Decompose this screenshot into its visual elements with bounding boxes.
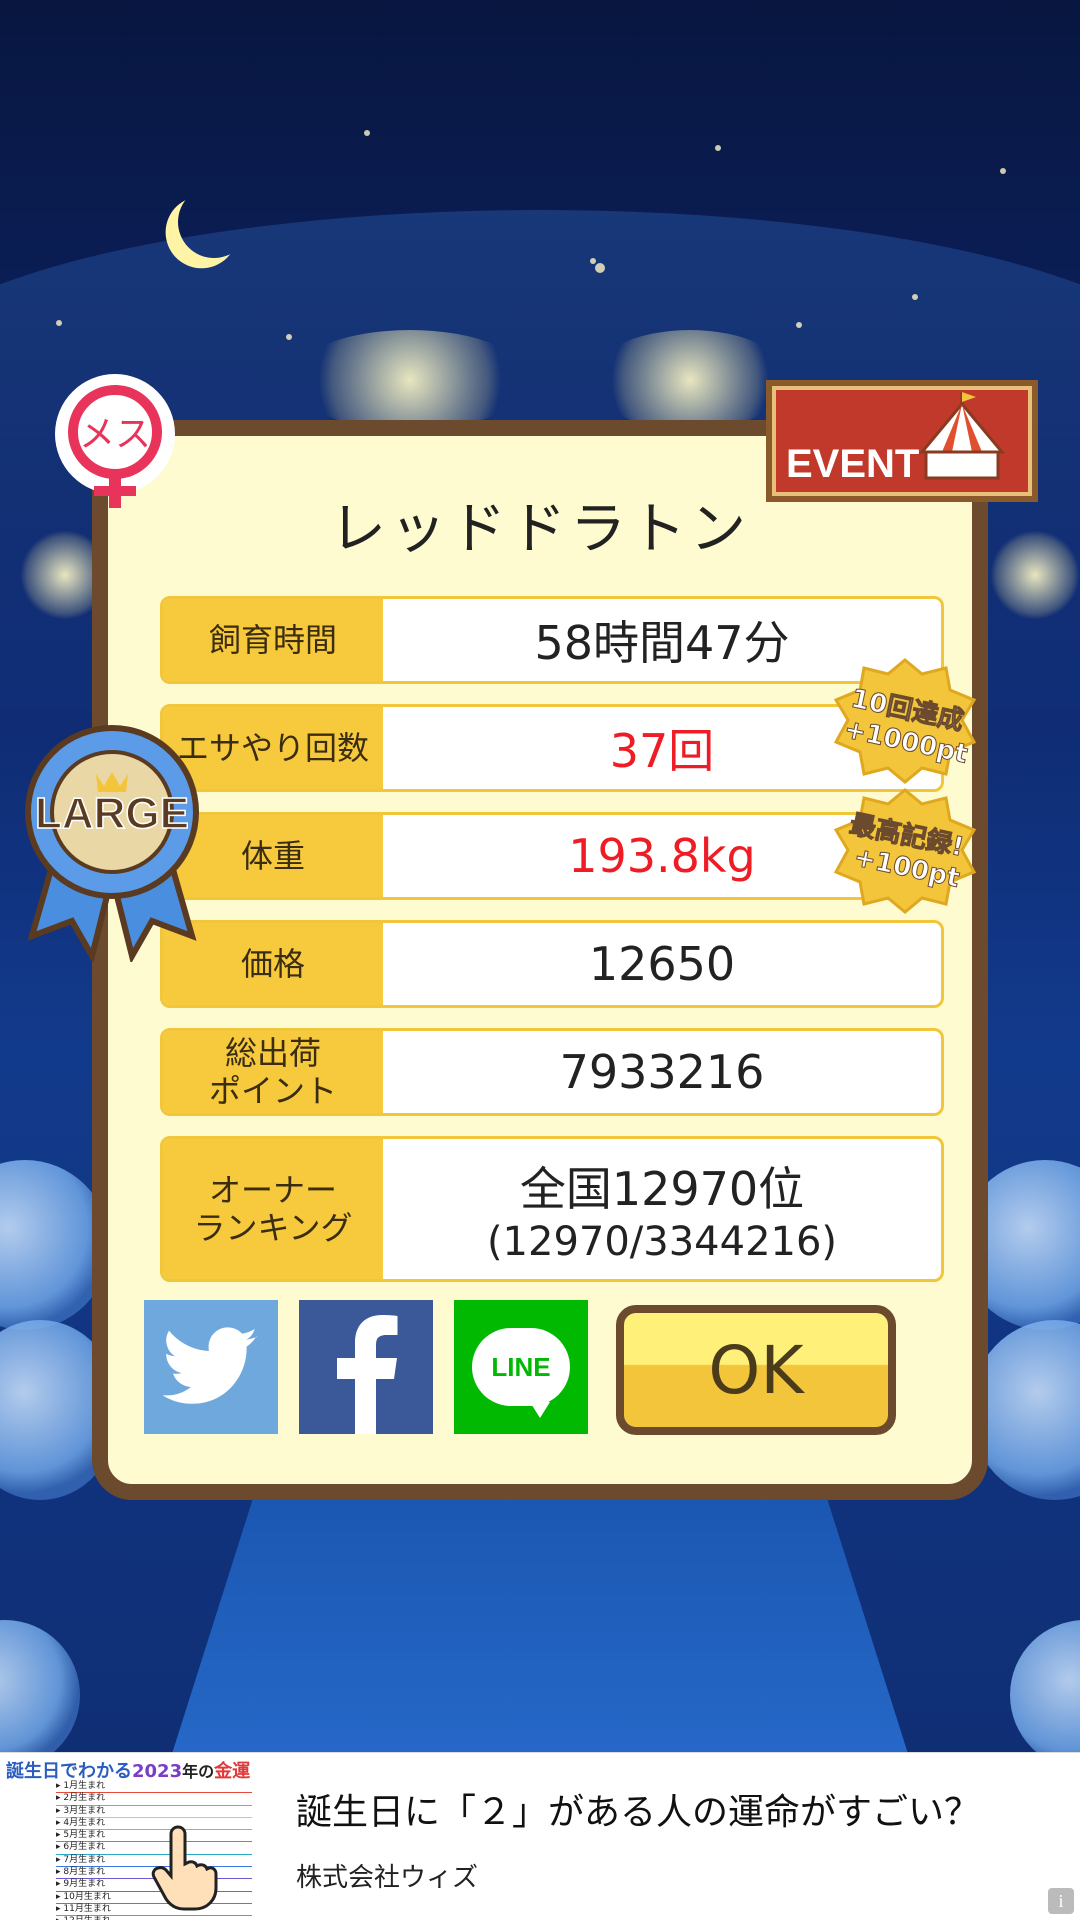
- stat-label: 総出荷 ポイント: [163, 1031, 383, 1113]
- facebook-f-icon: [337, 1315, 398, 1434]
- light-cluster: [290, 330, 530, 430]
- light-orb: [0, 1620, 80, 1752]
- ad-banner[interactable]: 誕生日でわかる2023年の金運 ▸ 1月生まれ ▸ 2月生まれ ▸ 3月生まれ ▸ 4…: [0, 1752, 1080, 1920]
- star-icon: [1000, 168, 1006, 174]
- line-share-button[interactable]: LINE: [454, 1300, 588, 1434]
- line-bubble-icon: LINE: [472, 1328, 570, 1418]
- stat-row-total-points: 総出荷 ポイント 7933216: [160, 1028, 944, 1116]
- size-label: LARGE: [35, 789, 189, 838]
- feed-bonus-badge: 10回達成 +1000pt: [833, 658, 977, 784]
- ok-button[interactable]: OK: [616, 1305, 896, 1435]
- ad-month-item: ▸ 2月生まれ: [56, 1793, 252, 1806]
- line-label: LINE: [491, 1351, 551, 1382]
- stat-value: 7933216: [559, 1045, 765, 1099]
- circus-tent-icon: [918, 392, 1006, 480]
- star-icon: [56, 320, 62, 326]
- light-cluster: [590, 330, 790, 430]
- lamp-glow: [990, 530, 1080, 620]
- ad-thumb-text: 金運: [214, 1761, 251, 1782]
- event-badge: EVENT: [766, 380, 1038, 502]
- ad-thumb-text: 誕生日でわかる: [6, 1761, 132, 1782]
- star-icon: [912, 294, 918, 300]
- ad-sponsor: 株式会社ウィズ: [296, 1863, 479, 1893]
- stat-value: 全国12970位 (12970/3344216): [383, 1139, 941, 1279]
- gender-label: メス: [79, 414, 151, 455]
- stat-row-breeding-time: 飼育時間 58時間47分: [160, 596, 944, 684]
- star-icon: [286, 334, 292, 340]
- ad-thumb-text: 年の: [182, 1762, 215, 1781]
- stat-row-feed-count: エサやり回数 37回: [160, 704, 944, 792]
- background-road: [170, 1480, 910, 1752]
- ranking-detail: (12970/3344216): [486, 1219, 838, 1265]
- female-gender-badge: メス: [55, 374, 175, 508]
- star-icon: [595, 263, 605, 273]
- stat-row-weight: 体重 193.8kg: [160, 812, 944, 900]
- stat-label: オーナー ランキング: [163, 1139, 383, 1279]
- facebook-share-button[interactable]: [299, 1300, 433, 1434]
- star-icon: [364, 130, 370, 136]
- ad-headline[interactable]: 誕生日に「２」がある人の運命がすごい？: [296, 1783, 980, 1835]
- large-size-ribbon: LARGE: [25, 725, 199, 962]
- ad-month-item: ▸ 3月生まれ: [56, 1806, 252, 1818]
- star-icon: [715, 145, 721, 151]
- pointing-hand-icon: [151, 1825, 218, 1911]
- twitter-bird-icon: [163, 1327, 258, 1404]
- twitter-share-button[interactable]: [144, 1300, 278, 1434]
- light-orb: [1010, 1620, 1080, 1752]
- ad-thumbnail-title: 誕生日でわかる2023年の金運: [6, 1757, 250, 1783]
- record-bonus-badge: 最高記録! +100pt: [833, 788, 977, 914]
- stat-row-owner-ranking: オーナー ランキング 全国12970位 (12970/3344216): [160, 1136, 944, 1282]
- ad-thumb-year: 2023: [132, 1761, 183, 1782]
- event-label: EVENT: [786, 442, 920, 486]
- ad-month-item: ▸ 1月生まれ: [56, 1781, 252, 1794]
- ad-info-icon[interactable]: i: [1048, 1888, 1074, 1914]
- ranking-value: 全国12970位: [519, 1162, 805, 1216]
- ad-month-item: ▸ 12月生まれ: [56, 1916, 252, 1920]
- star-icon: [590, 258, 596, 264]
- stat-value: 12650: [588, 937, 736, 991]
- ad-thumbnail: 誕生日でわかる2023年の金運 ▸ 1月生まれ ▸ 2月生まれ ▸ 3月生まれ ▸ 4…: [0, 1753, 256, 1920]
- star-icon: [796, 322, 802, 328]
- stat-row-price: 価格 12650: [160, 920, 944, 1008]
- stat-label: 飼育時間: [163, 599, 383, 681]
